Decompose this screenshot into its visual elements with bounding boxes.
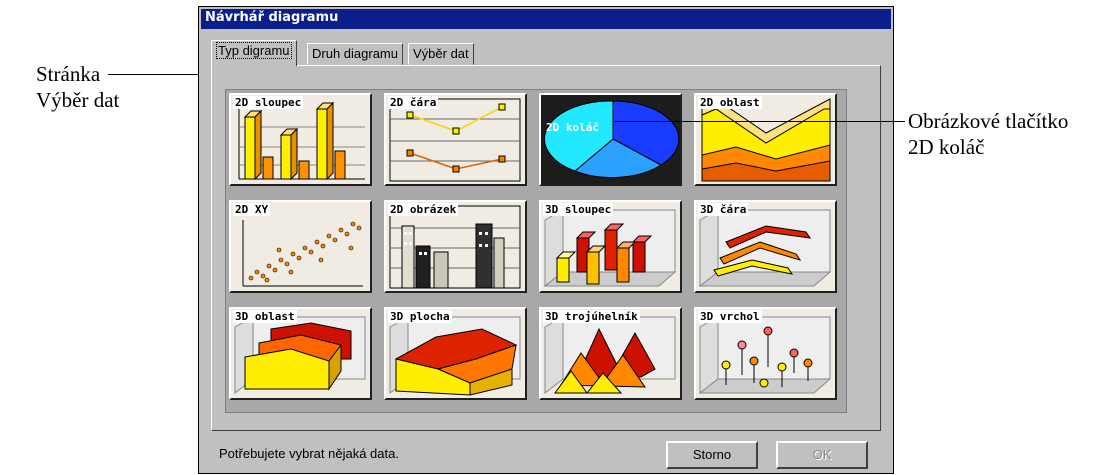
chart-wizard-dialog: Návrhář diagramu Typ digramu Druh diagra… [198, 6, 894, 474]
chart-button-2d-pie[interactable]: 2D koláč [539, 93, 682, 186]
tab-chart-kind[interactable]: Druh diagramu [307, 43, 403, 65]
chart-button-label: 3D čára [698, 203, 749, 216]
ok-button[interactable]: OK [776, 441, 868, 469]
tab-data-selection[interactable]: Výběr dat [408, 43, 474, 65]
chart-button-label: 3D vrchol [698, 310, 762, 323]
chart-2d-pie-icon [544, 100, 680, 179]
chart-button-3d-column[interactable]: 3D sloupec [539, 200, 682, 293]
chart-button-label: 2D oblast [698, 96, 762, 109]
chart-type-grid: 2D sloupec 2D čára 2D koláč 2D oblast 2D… [225, 89, 847, 413]
chart-button-label: 2D obrázek [388, 203, 459, 216]
tab-chart-kind-label: Druh diagramu [312, 46, 398, 61]
annotation-right: Obrázkové tlačítko 2D koláč [908, 108, 1068, 160]
chart-button-3d-surface[interactable]: 3D plocha [384, 307, 527, 400]
title-bar: Návrhář diagramu [201, 9, 891, 29]
annotation-right-pointer [615, 121, 905, 122]
annotation-right-line1: Obrázkové tlačítko [908, 109, 1069, 133]
chart-button-label: 2D čára [388, 96, 439, 109]
chart-button-3d-peak[interactable]: 3D vrchol [694, 307, 837, 400]
chart-button-3d-area[interactable]: 3D oblast [229, 307, 372, 400]
chart-button-2d-xy[interactable]: 2D XY [229, 200, 372, 293]
cancel-button[interactable]: Storno [666, 441, 758, 469]
chart-button-label: 3D sloupec [543, 203, 614, 216]
chart-button-label: 3D trojúhelník [543, 310, 640, 323]
annotation-left: Stránka Výběr dat [36, 61, 119, 113]
tab-data-selection-label: Výběr dat [413, 46, 469, 61]
chart-button-2d-picture[interactable]: 2D obrázek [384, 200, 527, 293]
chart-button-2d-area[interactable]: 2D oblast [694, 93, 837, 186]
chart-button-2d-line[interactable]: 2D čára [384, 93, 527, 186]
chart-button-label: 2D sloupec [233, 96, 304, 109]
chart-button-label: 2D koláč [546, 121, 599, 134]
chart-button-label: 2D XY [233, 203, 271, 216]
annotation-right-line2: 2D koláč [908, 135, 985, 159]
chart-button-3d-line[interactable]: 3D čára [694, 200, 837, 293]
window-title: Návrhář diagramu [205, 10, 339, 25]
tab-chart-type-label: Typ digramu [216, 42, 292, 59]
chart-button-label: 3D plocha [388, 310, 452, 323]
chart-button-label: 3D oblast [233, 310, 297, 323]
chart-button-2d-column[interactable]: 2D sloupec [229, 93, 372, 186]
status-message: Potřebujete vybrat nějaká data. [219, 446, 399, 461]
annotation-left-line1: Stránka [36, 62, 101, 86]
annotation-left-line2: Výběr dat [36, 88, 120, 112]
tab-panel: 2D sloupec 2D čára 2D koláč 2D oblast 2D… [211, 65, 881, 431]
tab-chart-type[interactable]: Typ digramu [211, 40, 297, 66]
chart-button-3d-triangle[interactable]: 3D trojúhelník [539, 307, 682, 400]
